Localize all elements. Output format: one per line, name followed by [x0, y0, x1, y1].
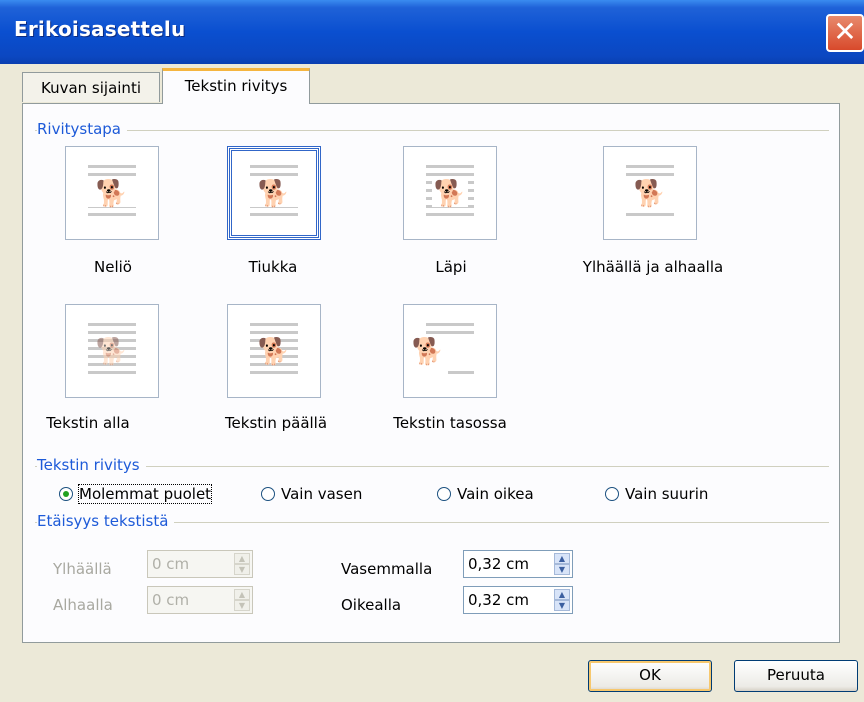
group-wrapping-style: Rivitystapa [37, 120, 127, 138]
radio-unchecked-icon [437, 487, 451, 501]
wrap-through-button[interactable]: 🐕 [403, 146, 497, 240]
dog-icon: 🐕 [626, 181, 674, 207]
left-distance-label: Vasemmalla [341, 560, 433, 578]
dog-icon: 🐕 [411, 337, 445, 367]
spin-up-icon[interactable]: ▲ [554, 589, 570, 600]
right-distance-field[interactable]: 0,32 cm ▲ ▼ [463, 586, 573, 614]
spin-down-icon[interactable]: ▼ [554, 600, 570, 611]
dog-icon: 🐕 [257, 337, 291, 367]
group-wrap-text: Tekstin rivitys [37, 456, 146, 474]
wrap-top-bottom-button[interactable]: 🐕 [603, 146, 697, 240]
radio-checked-icon [59, 487, 73, 501]
dog-icon: 🐕 [88, 181, 136, 207]
title-bar[interactable]: Erikoisasettelu ✕ [0, 0, 864, 64]
dog-icon: 🐕 [95, 337, 129, 367]
ok-button[interactable]: OK [588, 660, 712, 692]
wrap-in-front-button[interactable]: 🐕 [227, 304, 321, 398]
close-icon[interactable]: ✕ [826, 14, 864, 52]
spin-down-icon[interactable]: ▼ [234, 564, 250, 575]
wrap-in-front-label: Tekstin päällä [224, 414, 328, 432]
radio-largest-only-label: Vain suurin [625, 485, 709, 503]
top-distance-field[interactable]: 0 cm ▲ ▼ [147, 550, 253, 578]
wrap-inline-button[interactable]: 🐕 [403, 304, 497, 398]
bottom-distance-label: Alhaalla [53, 596, 113, 614]
spin-up-icon[interactable]: ▲ [234, 553, 250, 564]
tab-panel: Rivitystapa 🐕 🐕 🐕 🐕 Neliö Tiukka Läpi Yl… [22, 103, 840, 643]
bottom-distance-field[interactable]: 0 cm ▲ ▼ [147, 586, 253, 614]
left-distance-field[interactable]: 0,32 cm ▲ ▼ [463, 550, 573, 578]
wrap-square-label: Neliö [94, 258, 132, 276]
wrap-tight-button[interactable]: 🐕 [227, 146, 321, 240]
spin-up-icon[interactable]: ▲ [554, 553, 570, 564]
dog-icon: 🐕 [250, 181, 298, 207]
group-line [35, 466, 829, 467]
dog-icon: 🐕 [432, 179, 468, 209]
top-distance-label: Ylhäällä [53, 560, 112, 578]
wrap-through-label: Läpi [435, 258, 467, 276]
wrap-square-button[interactable]: 🐕 [65, 146, 159, 240]
spin-down-icon[interactable]: ▼ [554, 564, 570, 575]
wrap-top-bottom-label: Ylhäällä ja alhaalla [582, 258, 724, 276]
window-title: Erikoisasettelu [14, 17, 186, 41]
tab-image-position[interactable]: Kuvan sijainti [22, 72, 160, 102]
spin-down-icon[interactable]: ▼ [234, 600, 250, 611]
cancel-button[interactable]: Peruuta [734, 660, 858, 692]
radio-right-only-label: Vain oikea [457, 485, 534, 503]
radio-left-only-label: Vain vasen [281, 485, 363, 503]
group-distance: Etäisyys tekstistä [37, 512, 175, 530]
wrap-behind-text-label: Tekstin alla [46, 414, 130, 432]
wrap-behind-text-button[interactable]: 🐕 [65, 304, 159, 398]
tab-text-wrapping[interactable]: Tekstin rivitys [162, 68, 310, 104]
wrap-inline-label: Tekstin tasossa [393, 414, 507, 432]
spin-up-icon[interactable]: ▲ [234, 589, 250, 600]
radio-both-sides-label: Molemmat puolet [77, 484, 213, 504]
radio-unchecked-icon [261, 487, 275, 501]
wrap-tight-label: Tiukka [248, 258, 298, 276]
group-line [35, 130, 829, 131]
right-distance-label: Oikealla [341, 596, 402, 614]
radio-unchecked-icon [605, 487, 619, 501]
